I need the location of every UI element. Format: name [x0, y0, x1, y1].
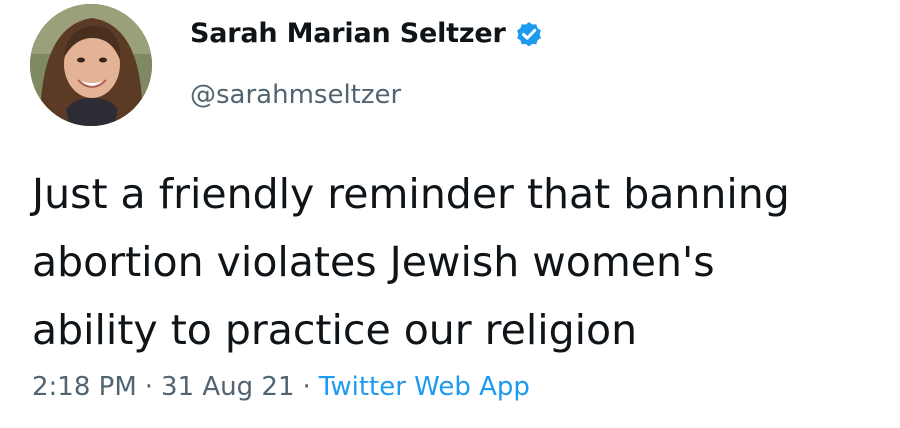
- tweet-card: Sarah Marian Seltzer @sarahmseltzer Just…: [0, 0, 900, 428]
- verified-badge-icon: [514, 19, 544, 49]
- tweet-time[interactable]: 2:18 PM: [32, 372, 137, 402]
- tweet-text-line: abortion violates Jewish women's: [32, 238, 715, 286]
- author-handle[interactable]: @sarahmseltzer: [190, 80, 401, 110]
- tweet-text-line: ability to practice our religion: [32, 306, 638, 354]
- tweet-meta: 2:18 PM · 31 Aug 21 · Twitter Web App: [32, 372, 530, 402]
- avatar-photo-icon: [30, 4, 152, 126]
- tweet-source-link[interactable]: Twitter Web App: [319, 372, 530, 402]
- meta-separator: ·: [144, 372, 154, 402]
- tweet-date[interactable]: 31 Aug 21: [161, 372, 294, 402]
- tweet-text: Just a friendly reminder that banning ab…: [32, 160, 900, 364]
- author-name-row[interactable]: Sarah Marian Seltzer: [190, 18, 544, 49]
- meta-separator: ·: [302, 372, 311, 402]
- avatar[interactable]: [30, 4, 152, 126]
- author-display-name[interactable]: Sarah Marian Seltzer: [190, 18, 506, 49]
- tweet-text-line: Just a friendly reminder that banning: [32, 170, 790, 218]
